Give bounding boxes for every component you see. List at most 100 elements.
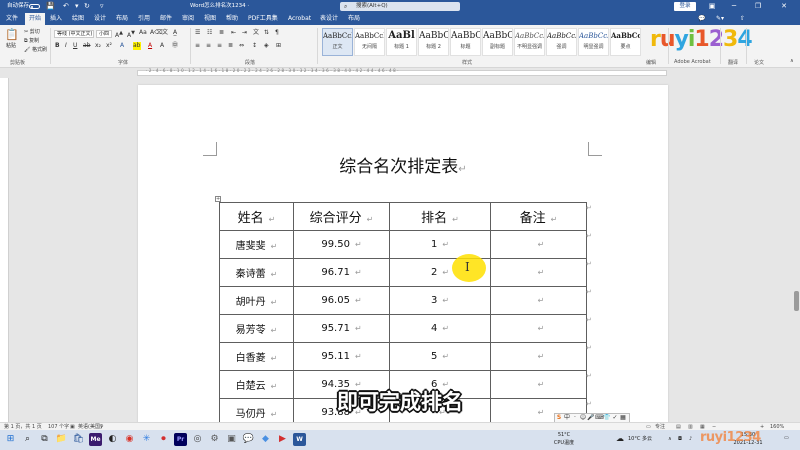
header-cell[interactable]: 姓名 ↵ [219,202,294,231]
app-icon[interactable]: ✳ [140,433,153,446]
distribute-icon[interactable]: ⇔ [239,42,244,50]
table-cell[interactable]: ↵ [490,286,587,315]
cut-button[interactable]: ✂ 剪切 [24,28,40,36]
paste-button[interactable]: 粘贴 [6,42,16,50]
tab-acrobat[interactable]: Acrobat [288,13,311,25]
font-color-icon[interactable]: A [148,42,152,50]
header-cell[interactable]: 综合评分 ↵ [293,202,390,231]
table-cell[interactable]: 3 ↵ [389,286,491,315]
superscript-icon[interactable]: x² [106,42,112,50]
text-effects-icon[interactable]: A [120,42,124,50]
redo-icon[interactable]: ↻ [84,1,90,11]
align-left-icon[interactable]: ≡ [195,42,200,50]
table-cell[interactable]: ↵ [490,314,587,343]
ime-skin-icon[interactable]: 👕 [603,414,611,422]
undo-icon[interactable]: ↶ [63,1,69,11]
table-cell[interactable]: 5 ↵ [389,342,491,371]
style-emphasis[interactable]: AaBbCcD强调 [546,28,577,56]
file-explorer-icon[interactable]: 📁 [55,433,68,446]
bold-icon[interactable]: B [55,42,60,50]
word-icon[interactable]: W [293,433,306,446]
tab-help[interactable]: 帮助 [226,13,238,25]
table-cell[interactable]: 96.05 ↵ [293,286,390,315]
tab-design[interactable]: 设计 [94,13,106,25]
weather-icon[interactable]: ☁ [616,435,624,443]
borders-icon[interactable]: ⊞ [276,42,281,50]
table-cell[interactable]: 99.50 ↵ [293,230,390,259]
shrink-font-icon[interactable]: A▼ [127,29,135,40]
tab-pdf-tools[interactable]: PDF工具集 [248,13,278,25]
numbering-icon[interactable]: ☷ [207,29,212,37]
media-encoder-icon[interactable]: Me [89,433,102,446]
chrome-icon[interactable]: ◉ [123,433,136,446]
login-button[interactable]: 登录 [674,2,696,11]
chinese-layout-icon[interactable]: 文 [253,29,259,37]
font-size-select[interactable]: 小四 [96,30,112,38]
paste-icon[interactable]: 📋 [5,28,19,42]
style-no-spacing[interactable]: AaBbCcD无间隔 [354,28,385,56]
vertical-scrollbar[interactable] [793,78,800,421]
style-heading-2[interactable]: AaBbC 标题 2 [418,28,449,56]
format-painter-button[interactable]: 🖌 格式刷 [24,46,47,54]
header-cell[interactable]: 备注 ↵ [490,202,587,231]
app-icon[interactable]: ◎ [191,433,204,446]
shading-icon[interactable]: ◈ [264,42,269,50]
increase-indent-icon[interactable]: ⇥ [242,29,247,37]
record-icon[interactable]: ⏺ [157,433,170,446]
copy-button[interactable]: ⧉ 复制 [24,37,39,45]
char-shading-icon[interactable]: A [160,42,164,50]
justify-icon[interactable]: ≣ [228,42,233,50]
save-icon[interactable]: 💾 [46,1,55,11]
table-cell[interactable]: 95.11 ↵ [293,342,390,371]
app-icon[interactable]: ⚙ [208,433,221,446]
header-cell[interactable]: 排名 ↵ [389,202,491,231]
font-name-select[interactable]: 等线 (中文正文) [54,30,94,38]
tab-layout[interactable]: 布局 [116,13,128,25]
collapse-ribbon-icon[interactable]: ∧ [790,57,794,65]
ime-check-icon[interactable]: ✓ [611,414,619,422]
tab-home[interactable]: 开始 [25,13,46,25]
style-subtle-emphasis[interactable]: AaBbCcD不明显强调 [514,28,545,56]
cpu-temperature[interactable]: 51°C [551,432,577,439]
app-icon[interactable]: ▶ [276,433,289,446]
sort-icon[interactable]: ⇅ [264,29,269,37]
enclose-char-icon[interactable]: ㊥ [172,42,178,50]
task-view-icon[interactable]: ⧉ [38,433,51,446]
ime-mode-chinese[interactable]: 中 [563,414,571,422]
editing-mode-icon[interactable]: ✎▾ [716,13,724,25]
style-subtitle[interactable]: AaBbC 副标题 [482,28,513,56]
style-intense-emphasis[interactable]: AaBbCcD明显强调 [578,28,609,56]
strikethrough-icon[interactable]: ab [83,42,91,50]
ime-keyboard-icon[interactable]: ⌨ [595,414,604,422]
scrollbar-thumb[interactable] [794,291,799,311]
store-icon[interactable]: 🛍 [72,433,85,446]
bullets-icon[interactable]: ☰ [195,29,200,37]
align-center-icon[interactable]: ≡ [206,42,211,50]
style-heading-1[interactable]: AaBl 标题 1 [386,28,417,56]
decrease-indent-icon[interactable]: ⇤ [231,29,236,37]
windows-start-icon[interactable]: ⊞ [4,433,17,446]
change-case-icon[interactable]: Aa [139,29,147,37]
comments-icon[interactable]: 💬 [698,13,705,25]
style-strong[interactable]: AaBbCcD要点 [610,28,641,56]
ribbon-display-icon[interactable]: ▣ [702,0,722,13]
phonetic-guide-icon[interactable]: 文 [162,29,168,37]
document-heading[interactable]: 综合名次排定表↵ [138,153,668,184]
align-right-icon[interactable]: ≡ [217,42,222,50]
premiere-icon[interactable]: Pr [174,433,187,446]
multilevel-list-icon[interactable]: ≣ [219,29,224,37]
table-cell[interactable]: 95.71 ↵ [293,314,390,343]
share-icon[interactable]: ⇧ [740,13,745,25]
subscript-icon[interactable]: x₂ [95,42,101,50]
network-icon[interactable]: ◘ [678,436,682,443]
ime-voice-icon[interactable]: 🎤 [587,414,595,422]
ime-emoji-icon[interactable]: ☺ [579,414,587,422]
char-border-icon[interactable]: A̲ [173,29,177,37]
tab-draw[interactable]: 绘图 [72,13,84,25]
style-title[interactable]: AaBbC 标题 [450,28,481,56]
tab-review[interactable]: 审阅 [182,13,194,25]
search-icon[interactable]: ⌕ [21,433,34,446]
table-cell[interactable]: 易芳苓 ↵ [219,314,294,343]
table-cell[interactable]: 秦诗蕾 ↵ [219,258,294,287]
tab-table-design[interactable]: 表设计 [320,13,338,25]
